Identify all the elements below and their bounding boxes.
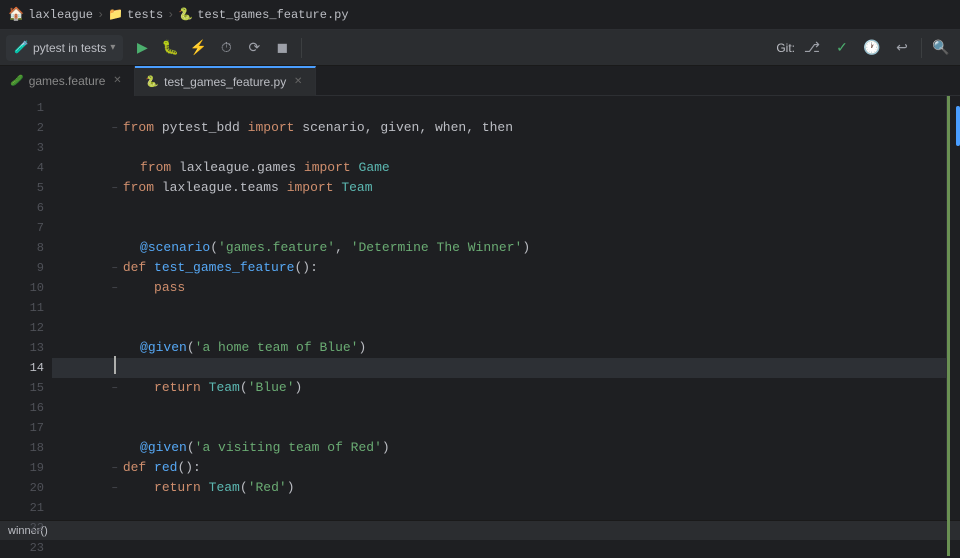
run-button[interactable]: ▶ (129, 35, 155, 61)
folder-name[interactable]: tests (127, 8, 163, 22)
git-revert-button[interactable]: ↩ (889, 35, 915, 61)
file-icon: 🐍 (178, 7, 193, 22)
line-14: 14 (0, 358, 44, 378)
file-name[interactable]: test_games_feature.py (197, 8, 348, 22)
code-line-1: −from pytest_bdd import scenario, given,… (52, 98, 946, 118)
code-line-19: − return Team('Red') (52, 458, 946, 478)
line-10: 10 (0, 278, 44, 298)
run-config-label: pytest in tests (33, 41, 106, 55)
code-line-9: − pass (52, 258, 946, 278)
pytest-icon: 🧪 (14, 40, 29, 55)
line-17: 17 (0, 418, 44, 438)
code-line-12: @given('a home team of Blue') (52, 318, 946, 338)
run-config-dropdown[interactable]: 🧪 pytest in tests ▾ (6, 35, 123, 61)
project-name[interactable]: laxleague (28, 8, 93, 22)
toolbar-separator (301, 38, 302, 58)
line-3: 3 (0, 138, 44, 158)
tab-label-games-feature: games.feature (29, 74, 106, 88)
coverage-button[interactable]: ⚡ (185, 35, 211, 61)
line-20: 20 (0, 478, 44, 498)
git-section: Git: ⎇ ✓ 🕐 ↩ (776, 35, 915, 61)
code-line-5 (52, 178, 946, 198)
profile-button[interactable]: ⏱ (213, 35, 239, 61)
line-7: 7 (0, 218, 44, 238)
line-4: 4 (0, 158, 44, 178)
line-23: 23 (0, 538, 44, 558)
line-16: 16 (0, 398, 44, 418)
toolbar-separator-2 (921, 38, 922, 58)
project-icon: 🏠 (8, 7, 24, 22)
search-button[interactable]: 🔍 (928, 35, 954, 61)
code-line-15 (52, 378, 946, 398)
status-bar: winner() (0, 520, 960, 540)
editor-container: 1 2 3 4 5 6 7 ▶8 9 10 11 12 13 14 15 16 … (0, 96, 960, 520)
breadcrumb: 🏠 laxleague › 📁 tests › 🐍 test_games_fea… (8, 7, 349, 22)
git-branch-button[interactable]: ⎇ (799, 35, 825, 61)
line-22: 22 (0, 518, 44, 538)
line-number-gutter: 1 2 3 4 5 6 7 ▶8 9 10 11 12 13 14 15 16 … (0, 96, 52, 520)
code-line-18: −def red(): (52, 438, 946, 458)
code-line-2 (52, 118, 946, 138)
breadcrumb-bar: 🏠 laxleague › 📁 tests › 🐍 test_games_fea… (0, 0, 960, 30)
code-line-21 (52, 498, 946, 518)
line-19: 19 (0, 458, 44, 478)
line-8: ▶8 (0, 238, 44, 258)
line-5: 5 (0, 178, 44, 198)
code-line-17: @given('a visiting team of Red') (52, 418, 946, 438)
git-check-button[interactable]: ✓ (829, 35, 855, 61)
folder-icon: 📁 (108, 7, 123, 22)
git-label: Git: (776, 41, 795, 55)
code-line-7: @scenario('games.feature', 'Determine Th… (52, 218, 946, 238)
code-line-14: − return Team('Blue') (52, 358, 946, 378)
line-6: 6 (0, 198, 44, 218)
dropdown-arrow-icon: ▾ (110, 42, 115, 54)
git-history-button[interactable]: 🕐 (859, 35, 885, 61)
tab-close-games-feature[interactable]: ✕ (110, 74, 124, 88)
line-9: 9 (0, 258, 44, 278)
tab-test-games[interactable]: 🐍 test_games_feature.py ✕ (135, 66, 316, 96)
line-21: 21 (0, 498, 44, 518)
code-line-20 (52, 478, 946, 498)
line-2: 2 (0, 118, 44, 138)
scrollbar-marker[interactable] (956, 106, 960, 146)
code-line-11 (52, 298, 946, 318)
tab-close-test-games[interactable]: ✕ (291, 75, 305, 89)
concurrency-button[interactable]: ⟳ (241, 35, 267, 61)
code-line-10 (52, 278, 946, 298)
line-15: 15 (0, 378, 44, 398)
line-18: 18 (0, 438, 44, 458)
code-line-8: −def test_games_feature(): (52, 238, 946, 258)
change-marker (947, 96, 950, 556)
code-line-3: from laxleague.games import Game (52, 138, 946, 158)
code-editor[interactable]: −from pytest_bdd import scenario, given,… (52, 96, 946, 520)
line-11: 11 (0, 298, 44, 318)
tab-bar: 🥒 games.feature ✕ 🐍 test_games_feature.p… (0, 66, 960, 96)
line-13: 13 (0, 338, 44, 358)
change-marker-bar (946, 96, 960, 520)
code-line-6 (52, 198, 946, 218)
cursor (114, 356, 116, 374)
code-line-16 (52, 398, 946, 418)
toolbar: 🧪 pytest in tests ▾ ▶ 🐛 ⚡ ⏱ ⟳ ◼ Git: ⎇ ✓… (0, 30, 960, 66)
line-1: 1 (0, 98, 44, 118)
code-line-4: −from laxleague.teams import Team (52, 158, 946, 178)
code-line-22: @given('a game between them') (52, 518, 946, 520)
line-12: 12 (0, 318, 44, 338)
tab-icon-games-feature: 🥒 (10, 74, 24, 87)
tab-icon-test-games: 🐍 (145, 75, 159, 88)
stop-button[interactable]: ◼ (269, 35, 295, 61)
tab-label-test-games: test_games_feature.py (164, 75, 286, 89)
debug-button[interactable]: 🐛 (157, 35, 183, 61)
code-line-13: −def blue(): (52, 338, 946, 358)
tab-games-feature[interactable]: 🥒 games.feature ✕ (0, 66, 135, 96)
